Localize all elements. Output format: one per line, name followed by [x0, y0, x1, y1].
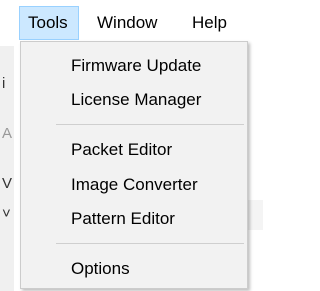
menu-item-pattern-editor[interactable]: Pattern Editor: [22, 204, 246, 234]
background-fragment: V: [2, 175, 13, 192]
background-fragment: A: [2, 125, 13, 142]
tools-dropdown-menu: Firmware Update License Manager Packet E…: [20, 41, 248, 289]
menu-item-packet-editor[interactable]: Packet Editor: [22, 135, 246, 165]
menu-bar: Tools Window Help: [0, 0, 263, 46]
menu-item-options[interactable]: Options: [22, 254, 246, 284]
menu-window[interactable]: Window: [89, 6, 177, 40]
background-panel: [248, 200, 263, 230]
menu-help[interactable]: Help: [184, 6, 246, 40]
background-fragment: ˅: [2, 205, 11, 222]
background-fragment: i: [2, 75, 6, 92]
menu-separator: [56, 243, 244, 244]
menu-item-license-manager[interactable]: License Manager: [22, 85, 246, 115]
menu-item-image-converter[interactable]: Image Converter: [22, 170, 246, 200]
menu-tools[interactable]: Tools: [19, 6, 79, 40]
menu-item-firmware-update[interactable]: Firmware Update: [22, 51, 246, 81]
menu-separator: [56, 124, 244, 125]
